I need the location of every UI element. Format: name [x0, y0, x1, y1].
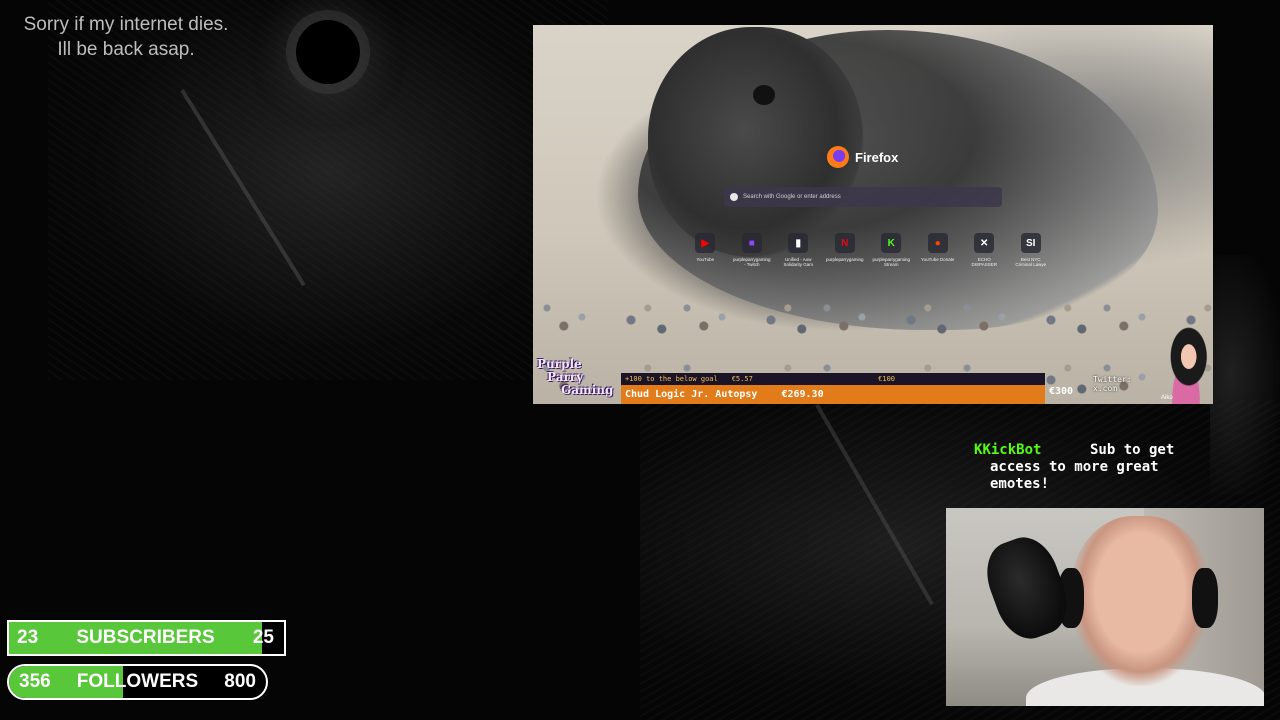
donation-subgoal-amount: €5.57	[731, 375, 753, 383]
netflix-icon: N	[834, 233, 855, 253]
followers-goal-row: 356 FOLLOWERS 800	[9, 666, 266, 698]
vtuber-avatar	[1159, 325, 1213, 404]
shortcut-label: purpleparrygaming - Twitch	[732, 257, 771, 267]
shortcut-label: Best NYC Criminal Lawye	[1015, 257, 1047, 267]
shortcut-label: purpleparrygaming	[825, 257, 864, 262]
twitter-label: Twitter:	[1093, 375, 1132, 384]
shortcut-tile[interactable]: ■ purpleparrygaming - Twitch	[732, 233, 771, 267]
seal-eye	[753, 85, 775, 105]
shortcut-tile[interactable]: ▮ Unified - Aow Solidarity Gam	[780, 233, 817, 267]
channel-logo: Purple Parry Gaming	[537, 358, 619, 402]
firefox-icon	[827, 146, 849, 168]
shortcuts-row: ▶ YouTube ■ purpleparrygaming - Twitch ▮ Unif…	[687, 233, 1049, 267]
shortcut-tile[interactable]: ● YouTube Donate	[920, 233, 957, 267]
followers-goal: 356 FOLLOWERS 800	[7, 664, 268, 700]
reddit-icon: ●	[927, 233, 948, 253]
youtube-icon: ▶	[695, 233, 716, 253]
shortcut-label: YouTube Donate	[921, 257, 955, 262]
shortcut-tile[interactable]: ✕ ECHO DISPASSER	[966, 233, 1003, 267]
donation-main: Chud Logic Jr. Autopsy €269.30	[621, 385, 1045, 404]
search-placeholder: Search with Google or enter address	[743, 194, 841, 200]
followers-target: 800	[224, 671, 256, 692]
subscribers-goal-row: 23 SUBSCRIBERS 25	[9, 622, 284, 654]
donation-goal-target: €300	[1049, 386, 1074, 397]
webcam-person	[1070, 516, 1210, 686]
channel-logo-line3: Gaming	[561, 383, 614, 397]
headphone-right	[1192, 568, 1218, 628]
donation-subgoal: +100 to the below goal €5.57 €100	[621, 373, 1045, 385]
followers-label: FOLLOWERS	[76, 671, 199, 692]
chat-message: KKickBot Sub to get access to more great…	[974, 442, 1224, 493]
x-icon: ✕	[974, 233, 995, 253]
twitter-url: x.com	[1093, 384, 1118, 393]
status-note-line2: Ill be back asap.	[57, 39, 195, 60]
webcam-feed	[946, 508, 1264, 706]
chat-username: KickBot	[982, 442, 1042, 458]
donation-amount: €269.30	[781, 389, 824, 400]
subscribers-goal: 23 SUBSCRIBERS 25	[7, 620, 286, 656]
shortcut-label: Unified - Aow Solidarity Gam	[783, 257, 813, 267]
browser-capture: Firefox Search with Google or enter addr…	[533, 25, 1213, 404]
shortcut-tile[interactable]: SI Best NYC Criminal Lawye	[1013, 233, 1050, 267]
subscribers-label: SUBSCRIBERS	[76, 627, 215, 648]
donation-subgoal-text: +100 to the below goal	[625, 375, 718, 383]
donation-title: Chud Logic Jr. Autopsy	[625, 389, 758, 400]
shortcut-label: purpleparrygaming Stream	[872, 257, 911, 267]
subscribers-target: 25	[252, 627, 274, 648]
twitter-handle: Twitter: x.com	[1093, 375, 1132, 393]
shortcut-label: ECHO DISPASSER	[971, 257, 997, 267]
twitch-icon: ■	[741, 233, 762, 253]
seal-head	[648, 27, 863, 257]
shortcut-tile[interactable]: Kpurpleparrygaming Stream	[872, 233, 911, 267]
firefox-brand: Firefox	[827, 146, 898, 168]
si-icon: SI	[1020, 233, 1041, 253]
firefox-wordmark: Firefox	[855, 149, 899, 165]
donation-goal-bar: +100 to the below goal €5.57 €100 Chud L…	[621, 373, 1045, 404]
followers-current: 356	[19, 671, 51, 692]
status-note-line1: Sorry if my internet dies.	[23, 14, 229, 35]
vtuber-name: Aiko	[1161, 395, 1173, 401]
shortcut-tile[interactable]: ▶ YouTube	[687, 233, 724, 267]
subscribers-current: 23	[17, 627, 39, 648]
shortcut-tile[interactable]: Npurpleparrygaming	[825, 233, 864, 267]
shortcut-label: YouTube	[696, 257, 715, 262]
search-input[interactable]: Search with Google or enter address	[724, 187, 1002, 207]
moon-decoration	[296, 20, 360, 84]
unified-icon: ▮	[788, 233, 809, 253]
status-note: Sorry if my internet dies. Ill be back a…	[4, 12, 248, 62]
microphone	[977, 529, 1077, 647]
donation-subgoal-target: €100	[878, 375, 895, 383]
kick-icon: K	[881, 233, 902, 253]
google-icon	[730, 193, 738, 201]
